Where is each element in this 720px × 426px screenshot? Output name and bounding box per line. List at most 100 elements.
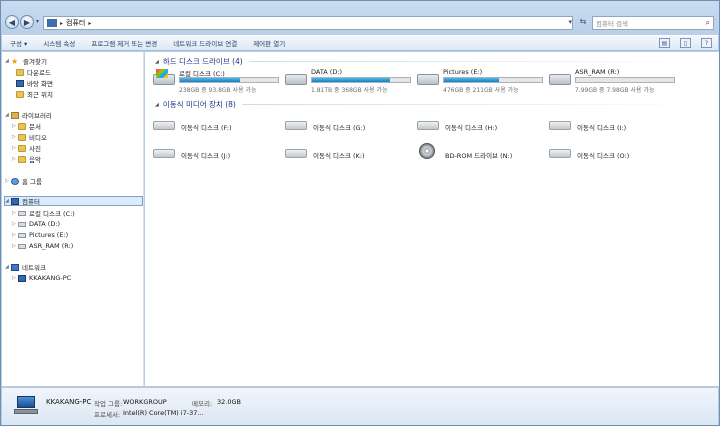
content-pane: ◢ 하드 디스크 드라이브 (4) 로컬 디스크 (C:) 238GB 중 93.…: [145, 52, 719, 386]
memory-value: 32.0GB: [217, 398, 241, 406]
removable-drive-tile[interactable]: BD-ROM 드라이브 (N:): [409, 143, 539, 160]
refresh-icon[interactable]: ⇆: [576, 17, 590, 29]
library-icon: [11, 111, 19, 119]
nav-drive-r[interactable]: ▷ ASR_RAM (R:): [12, 241, 143, 251]
network-computer-icon: [18, 274, 26, 282]
music-icon: [18, 155, 26, 163]
nav-recent[interactable]: 최근 위치: [16, 89, 143, 99]
homegroup-icon: [11, 177, 19, 185]
computer-icon: [47, 19, 57, 27]
collapse-icon[interactable]: ◢: [155, 59, 159, 65]
nav-drive-c[interactable]: ▷ 로컬 디스크 (C:): [12, 208, 143, 218]
removable-group-header[interactable]: ◢ 이동식 미디어 장치 (8): [155, 99, 715, 110]
nav-homegroup[interactable]: ▷ 홈 그룹: [5, 176, 143, 186]
drive-free-space: 476GB 중 211GB 사용 가능: [443, 87, 519, 94]
nav-downloads[interactable]: 다운로드: [16, 67, 143, 77]
processor-value: Intel(R) Core(TM) i7-37...: [123, 409, 204, 417]
drive-usage-bar: [311, 77, 411, 83]
removable-drive-tile[interactable]: 이동식 디스크 (O:): [541, 146, 671, 160]
downloads-folder-icon: [16, 68, 24, 76]
star-icon: ★: [11, 56, 19, 66]
hard-drive-icon: [417, 74, 439, 85]
forward-button[interactable]: ▶: [20, 15, 34, 29]
drive-free-space: 238GB 중 93.8GB 사용 가능: [179, 87, 257, 94]
removable-drive-name: 이동식 디스크 (J:): [181, 152, 231, 160]
optical-drive-icon: [419, 143, 435, 159]
help-icon[interactable]: ?: [701, 38, 712, 48]
search-input[interactable]: 컴퓨터 검색 ⌕: [592, 16, 714, 30]
nav-network[interactable]: ◢ 네트워크: [5, 262, 143, 272]
nav-favorites[interactable]: ◢ ★ 즐겨찾기: [5, 56, 143, 67]
nav-music[interactable]: ▷ 음악: [12, 154, 143, 164]
group-title: 이동식 미디어 장치 (8): [162, 100, 236, 109]
drive-tile[interactable]: ASR_RAM (R:) 7.99GB 중 7.98GB 사용 가능: [549, 68, 679, 96]
nav-label: 최근 위치: [27, 91, 53, 99]
nav-drive-d[interactable]: ▷ DATA (D:): [12, 219, 143, 229]
nav-label: ASR_RAM (R:): [29, 242, 74, 250]
preview-pane-icon[interactable]: ▯: [680, 38, 691, 48]
hdd-group-header[interactable]: ◢ 하드 디스크 드라이브 (4): [155, 56, 715, 67]
nav-desktop[interactable]: 바탕 화면: [16, 78, 143, 88]
removable-drive-icon: [417, 121, 439, 130]
group-divider: [241, 104, 715, 105]
nav-drive-e[interactable]: ▷ Pictures (E:): [12, 230, 143, 240]
drive-name: DATA (D:): [311, 68, 343, 76]
nav-label: 즐겨찾기: [23, 58, 47, 66]
nav-computer[interactable]: ◢ 컴퓨터: [4, 196, 143, 206]
drive-tile[interactable]: DATA (D:) 1.81TB 중 368GB 사용 가능: [285, 68, 415, 96]
nav-net-pc[interactable]: ▷ KKAKANG-PC: [12, 273, 143, 283]
nav-label: 로컬 디스크 (C:): [29, 210, 75, 218]
removable-drive-tile[interactable]: 이동식 디스크 (J:): [145, 146, 275, 160]
address-dropdown-icon[interactable]: ▾: [568, 18, 572, 26]
drive-free-space: 7.99GB 중 7.98GB 사용 가능: [575, 87, 655, 94]
collapse-icon[interactable]: ◢: [155, 102, 159, 108]
breadcrumb-arrow-icon[interactable]: ▸: [60, 20, 63, 27]
view-options-icon[interactable]: ▤: [659, 38, 670, 48]
nav-pictures[interactable]: ▷ 사진: [12, 143, 143, 153]
documents-icon: [18, 122, 26, 130]
videos-icon: [18, 133, 26, 141]
removable-drive-tile[interactable]: 이동식 디스크 (I:): [541, 118, 671, 132]
removable-drive-tile[interactable]: 이동식 디스크 (F:): [145, 118, 275, 132]
drive-icon: [18, 243, 26, 249]
removable-drive-tile[interactable]: 이동식 디스크 (K:): [277, 146, 407, 160]
details-pane: KKAKANG-PC 작업 그룹: WORKGROUP 메모리: 32.0GB …: [2, 387, 718, 425]
removable-drive-name: 이동식 디스크 (H:): [445, 124, 498, 132]
drive-tile[interactable]: 로컬 디스크 (C:) 238GB 중 93.8GB 사용 가능: [153, 68, 283, 96]
hard-drive-icon: [285, 74, 307, 85]
nav-libraries[interactable]: ◢ 라이브러리: [5, 110, 143, 120]
open-control-panel-button[interactable]: 제어판 열기: [245, 38, 293, 48]
command-bar: 구성 ▾ 시스템 속성 프로그램 제거 또는 변경 네트워크 드라이브 연결 제…: [2, 35, 718, 51]
breadcrumb-arrow-icon[interactable]: ▸: [88, 20, 91, 27]
nav-label: 컴퓨터: [22, 198, 40, 206]
back-button[interactable]: ◀: [5, 15, 19, 29]
hard-drive-icon: [153, 69, 175, 85]
nav-label: 네트워크: [22, 264, 46, 272]
removable-drive-tile[interactable]: 이동식 디스크 (G:): [277, 118, 407, 132]
nav-label: 다운로드: [27, 69, 51, 77]
uninstall-program-button[interactable]: 프로그램 제거 또는 변경: [83, 38, 165, 48]
drive-usage-bar: [443, 77, 543, 83]
drive-name: ASR_RAM (R:): [575, 68, 620, 76]
workgroup-value: WORKGROUP: [123, 398, 167, 406]
nav-videos[interactable]: ▷ 비디오: [12, 132, 143, 142]
workgroup-label: 작업 그룹:: [94, 400, 123, 408]
removable-drive-name: 이동식 디스크 (I:): [577, 124, 627, 132]
drive-tile[interactable]: Pictures (E:) 476GB 중 211GB 사용 가능: [417, 68, 547, 96]
map-network-drive-button[interactable]: 네트워크 드라이브 연결: [165, 38, 245, 48]
group-title: 하드 디스크 드라이브 (4): [162, 57, 243, 66]
search-icon[interactable]: ⌕: [706, 18, 710, 28]
system-properties-button[interactable]: 시스템 속성: [35, 38, 83, 48]
recent-places-icon: [16, 90, 24, 98]
removable-drive-icon: [285, 121, 307, 130]
removable-drive-tile[interactable]: 이동식 디스크 (H:): [409, 118, 539, 132]
organize-button[interactable]: 구성 ▾: [2, 38, 35, 48]
drive-icon: [18, 232, 26, 238]
pictures-icon: [18, 144, 26, 152]
nav-label: DATA (D:): [29, 220, 61, 228]
recent-pages-dropdown[interactable]: ▾: [36, 18, 39, 25]
address-bar[interactable]: ▸ 컴퓨터 ▸ ▾: [43, 16, 573, 30]
breadcrumb-computer[interactable]: 컴퓨터: [66, 18, 85, 28]
nav-documents[interactable]: ▷ 문서: [12, 121, 143, 131]
computer-icon: [14, 396, 38, 414]
